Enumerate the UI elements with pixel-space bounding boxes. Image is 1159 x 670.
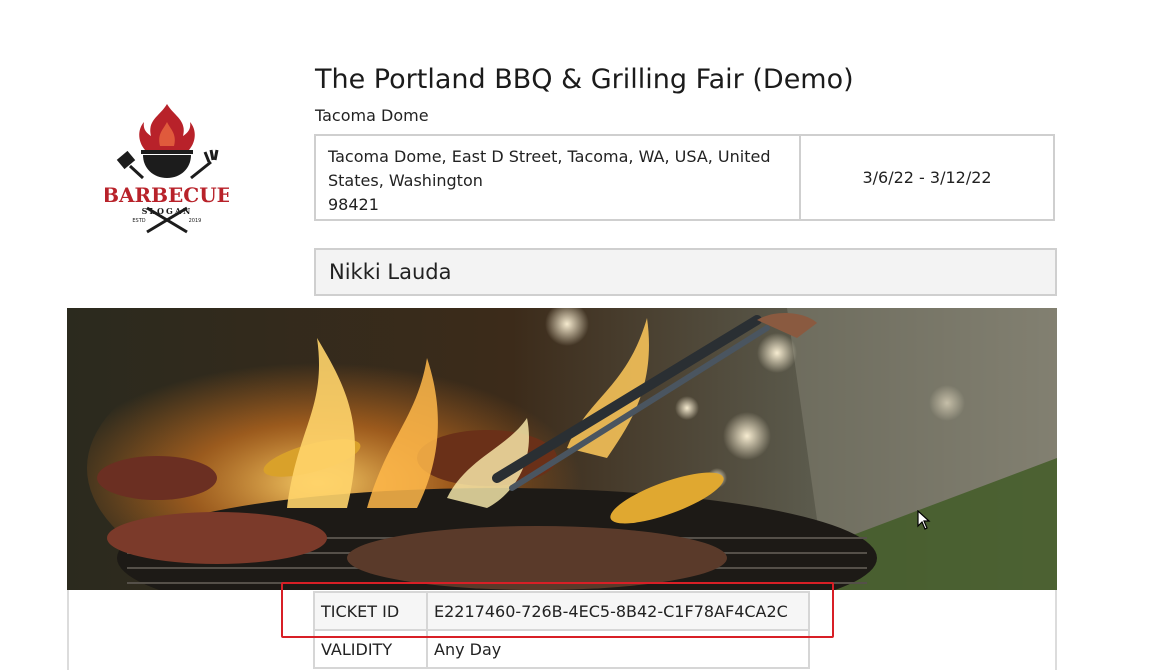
svg-text:ESTD: ESTD (132, 218, 145, 224)
event-info-box: Tacoma Dome, East D Street, Tacoma, WA, … (314, 134, 1055, 221)
address-line-3: 98421 (328, 195, 379, 214)
logo-name-text: BARBECUE (105, 183, 229, 207)
address-line-2: States, Washington (328, 171, 483, 190)
event-title: The Portland BBQ & Grilling Fair (Demo) (315, 64, 854, 95)
venue-address: Tacoma Dome, East D Street, Tacoma, WA, … (316, 136, 801, 219)
venue-name: Tacoma Dome (315, 106, 429, 125)
barbecue-logo: BARBECUE SLOGAN ESTD 2019 (102, 98, 232, 238)
ticket-id-highlight-box (281, 582, 834, 638)
event-dates: 3/6/22 - 3/12/22 (862, 168, 992, 187)
svg-text:2019: 2019 (189, 218, 202, 224)
banner-grill-image (67, 308, 1057, 590)
address-line-1: Tacoma Dome, East D Street, Tacoma, WA, … (328, 147, 771, 166)
attendee-name: Nikki Lauda (314, 248, 1057, 296)
mouse-cursor-icon (917, 510, 931, 530)
